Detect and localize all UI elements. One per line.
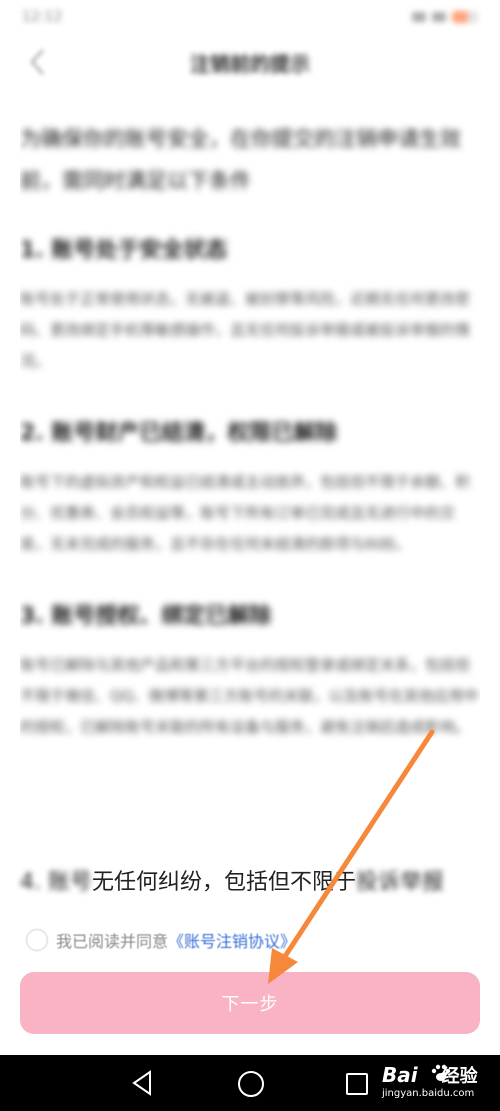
- agreement-row: 我已阅读并同意 《账号注销协议》: [0, 918, 500, 962]
- section-title: 1. 账号处于安全状态: [20, 238, 228, 263]
- agreement-link[interactable]: 《账号注销协议》: [168, 928, 296, 952]
- section-body: 账号下的虚拟资产和权益已结清或主动放弃，包括但不限于余额、积分、优惠券、会员权益…: [20, 473, 471, 553]
- section-4-title: 4. 账号无任何纠纷，包括但不限于投诉举报: [20, 866, 490, 900]
- section-4-prefix: 4. 账号: [20, 870, 92, 895]
- section-title: 2. 账号财产已结清，权限已解除: [20, 421, 338, 446]
- watermark-url: jingyan.baidu.com: [382, 1088, 475, 1099]
- signal-icon: [412, 12, 426, 22]
- baidu-watermark: Bai 经验 jingyan.baidu.com: [380, 1060, 496, 1108]
- page-title: 注销前的提示: [190, 52, 310, 76]
- nav-home-icon[interactable]: [238, 1071, 264, 1097]
- section-4-visible: 无任何纠纷，包括但不限于: [91, 870, 356, 895]
- nav-back-icon[interactable]: [130, 1069, 156, 1097]
- intro-text: 为确保你的账号安全，在你提交的注销申请生效前，需同时满足以下条件: [20, 127, 461, 193]
- paw-icon: [431, 1064, 451, 1081]
- next-step-button[interactable]: 下一步: [20, 972, 480, 1034]
- agree-checkbox[interactable]: [26, 929, 48, 951]
- agree-text: 我已阅读并同意: [56, 932, 169, 951]
- header: 注销前的提示: [0, 40, 500, 84]
- wifi-icon: [432, 12, 446, 22]
- section-body: 账号处于正常使用状态，无被盗、被封禁等风险，近期无任何更改密码、更改绑定手机等敏…: [20, 290, 471, 370]
- section-title: 3. 账号授权、绑定已解除: [20, 604, 272, 629]
- battery-icon: [452, 11, 478, 23]
- section-4-tail: 投诉举报: [356, 870, 445, 895]
- status-icons: [412, 11, 478, 23]
- nav-recent-icon[interactable]: [346, 1073, 368, 1095]
- status-time: 12:12: [22, 9, 63, 25]
- notice-content: 为确保你的账号安全，在你提交的注销申请生效前，需同时满足以下条件 1. 账号处于…: [20, 118, 480, 918]
- section-body: 账号已解除与其他产品和第三方平台的授权登录或绑定关系，包括但不限于微信、QQ、微…: [20, 656, 479, 736]
- status-bar: 12:12: [0, 0, 500, 34]
